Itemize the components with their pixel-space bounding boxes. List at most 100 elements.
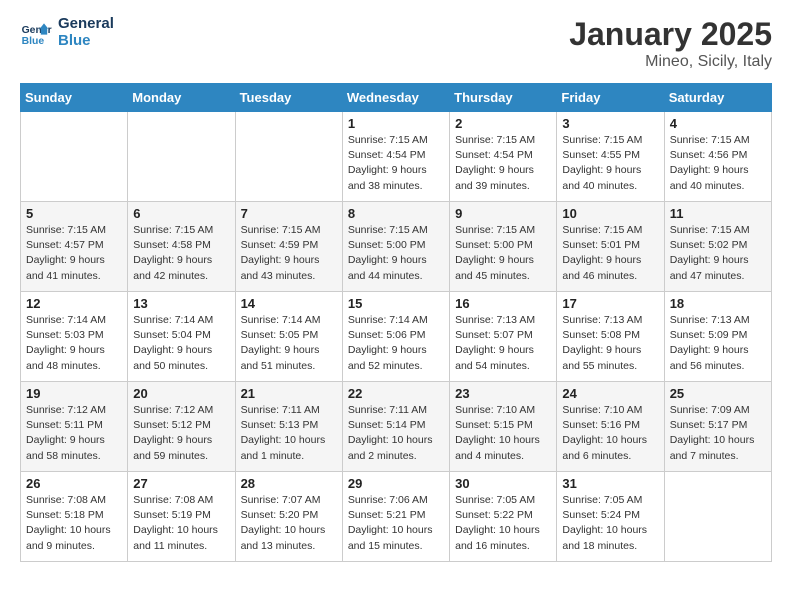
- calendar-cell: 9 Sunrise: 7:15 AM Sunset: 5:00 PM Daylig…: [450, 202, 557, 292]
- week-row-4: 26 Sunrise: 7:08 AM Sunset: 5:18 PM Dayli…: [21, 472, 772, 562]
- logo-general: General: [58, 16, 114, 33]
- calendar-cell: 15Sunrise: 7:14 AM Sunset: 5:06 PM Dayli…: [342, 292, 449, 382]
- calendar-cell: 28 Sunrise: 7:07 AM Sunset: 5:20 PM Dayli…: [235, 472, 342, 562]
- day-number: 5: [26, 206, 122, 221]
- header: General Blue General Blue January 2025 M…: [20, 16, 772, 71]
- day-number: 27: [133, 476, 229, 491]
- logo-blue: Blue: [58, 33, 114, 50]
- calendar-cell: 7 Sunrise: 7:15 AM Sunset: 4:59 PM Daylig…: [235, 202, 342, 292]
- day-info: Sunrise: 7:14 AM Sunset: 5:06 PM Dayligh…: [348, 313, 444, 374]
- day-info: Sunrise: 7:10 AM Sunset: 5:15 PM Dayligh…: [455, 403, 551, 464]
- day-info: Sunrise: 7:09 AM Sunset: 5:17 PM Dayligh…: [670, 403, 766, 464]
- day-number: 11: [670, 206, 766, 221]
- calendar-cell: 14 Sunrise: 7:14 AM Sunset: 5:05 PM Dayli…: [235, 292, 342, 382]
- day-info: Sunrise: 7:15 AM Sunset: 5:00 PM Dayligh…: [455, 223, 551, 284]
- day-number: 23: [455, 386, 551, 401]
- day-info: Sunrise: 7:14 AM Sunset: 5:03 PM Dayligh…: [26, 313, 122, 374]
- weekday-header-friday: Friday: [557, 84, 664, 112]
- location: Mineo, Sicily, Italy: [569, 53, 772, 71]
- day-info: Sunrise: 7:05 AM Sunset: 5:24 PM Dayligh…: [562, 493, 658, 554]
- day-info: Sunrise: 7:15 AM Sunset: 5:01 PM Dayligh…: [562, 223, 658, 284]
- day-info: Sunrise: 7:12 AM Sunset: 5:12 PM Dayligh…: [133, 403, 229, 464]
- logo: General Blue General Blue: [20, 16, 114, 49]
- weekday-header-monday: Monday: [128, 84, 235, 112]
- calendar-cell: [128, 112, 235, 202]
- day-info: Sunrise: 7:11 AM Sunset: 5:13 PM Dayligh…: [241, 403, 337, 464]
- calendar-cell: 23 Sunrise: 7:10 AM Sunset: 5:15 PM Dayli…: [450, 382, 557, 472]
- day-info: Sunrise: 7:15 AM Sunset: 4:54 PM Dayligh…: [348, 133, 444, 194]
- calendar-cell: 1 Sunrise: 7:15 AM Sunset: 4:54 PM Daylig…: [342, 112, 449, 202]
- calendar-cell: 6 Sunrise: 7:15 AM Sunset: 4:58 PM Daylig…: [128, 202, 235, 292]
- day-number: 19: [26, 386, 122, 401]
- day-info: Sunrise: 7:13 AM Sunset: 5:08 PM Dayligh…: [562, 313, 658, 374]
- day-info: Sunrise: 7:15 AM Sunset: 4:59 PM Dayligh…: [241, 223, 337, 284]
- calendar-cell: 13Sunrise: 7:14 AM Sunset: 5:04 PM Dayli…: [128, 292, 235, 382]
- day-number: 13: [133, 296, 229, 311]
- calendar-cell: [235, 112, 342, 202]
- day-number: 22: [348, 386, 444, 401]
- day-number: 8: [348, 206, 444, 221]
- day-info: Sunrise: 7:08 AM Sunset: 5:18 PM Dayligh…: [26, 493, 122, 554]
- day-info: Sunrise: 7:06 AM Sunset: 5:21 PM Dayligh…: [348, 493, 444, 554]
- day-number: 18: [670, 296, 766, 311]
- day-number: 29: [348, 476, 444, 491]
- calendar-cell: 3Sunrise: 7:15 AM Sunset: 4:55 PM Daylig…: [557, 112, 664, 202]
- day-info: Sunrise: 7:15 AM Sunset: 4:55 PM Dayligh…: [562, 133, 658, 194]
- svg-text:Blue: Blue: [22, 36, 45, 47]
- day-info: Sunrise: 7:12 AM Sunset: 5:11 PM Dayligh…: [26, 403, 122, 464]
- day-number: 25: [670, 386, 766, 401]
- calendar-cell: 27 Sunrise: 7:08 AM Sunset: 5:19 PM Dayli…: [128, 472, 235, 562]
- day-number: 10: [562, 206, 658, 221]
- calendar-cell: 17 Sunrise: 7:13 AM Sunset: 5:08 PM Dayli…: [557, 292, 664, 382]
- calendar-cell: 11Sunrise: 7:15 AM Sunset: 5:02 PM Dayli…: [664, 202, 771, 292]
- day-number: 31: [562, 476, 658, 491]
- calendar-cell: 4 Sunrise: 7:15 AM Sunset: 4:56 PM Daylig…: [664, 112, 771, 202]
- week-row-1: 5 Sunrise: 7:15 AM Sunset: 4:57 PM Daylig…: [21, 202, 772, 292]
- day-number: 1: [348, 116, 444, 131]
- calendar-cell: 5 Sunrise: 7:15 AM Sunset: 4:57 PM Daylig…: [21, 202, 128, 292]
- calendar-cell: 22 Sunrise: 7:11 AM Sunset: 5:14 PM Dayli…: [342, 382, 449, 472]
- day-number: 16: [455, 296, 551, 311]
- calendar-cell: 10 Sunrise: 7:15 AM Sunset: 5:01 PM Dayli…: [557, 202, 664, 292]
- day-info: Sunrise: 7:15 AM Sunset: 4:54 PM Dayligh…: [455, 133, 551, 194]
- calendar-cell: 19 Sunrise: 7:12 AM Sunset: 5:11 PM Dayli…: [21, 382, 128, 472]
- logo-icon: General Blue: [20, 17, 52, 49]
- day-number: 14: [241, 296, 337, 311]
- calendar-cell: [664, 472, 771, 562]
- day-info: Sunrise: 7:15 AM Sunset: 4:57 PM Dayligh…: [26, 223, 122, 284]
- day-number: 28: [241, 476, 337, 491]
- day-info: Sunrise: 7:13 AM Sunset: 5:07 PM Dayligh…: [455, 313, 551, 374]
- calendar-cell: 18Sunrise: 7:13 AM Sunset: 5:09 PM Dayli…: [664, 292, 771, 382]
- day-number: 2: [455, 116, 551, 131]
- week-row-3: 19 Sunrise: 7:12 AM Sunset: 5:11 PM Dayli…: [21, 382, 772, 472]
- day-number: 21: [241, 386, 337, 401]
- day-info: Sunrise: 7:15 AM Sunset: 4:56 PM Dayligh…: [670, 133, 766, 194]
- day-info: Sunrise: 7:11 AM Sunset: 5:14 PM Dayligh…: [348, 403, 444, 464]
- calendar-cell: 25 Sunrise: 7:09 AM Sunset: 5:17 PM Dayli…: [664, 382, 771, 472]
- day-info: Sunrise: 7:14 AM Sunset: 5:05 PM Dayligh…: [241, 313, 337, 374]
- calendar-cell: 21 Sunrise: 7:11 AM Sunset: 5:13 PM Dayli…: [235, 382, 342, 472]
- calendar-cell: 8 Sunrise: 7:15 AM Sunset: 5:00 PM Daylig…: [342, 202, 449, 292]
- calendar-cell: 24 Sunrise: 7:10 AM Sunset: 5:16 PM Dayli…: [557, 382, 664, 472]
- calendar-cell: 16 Sunrise: 7:13 AM Sunset: 5:07 PM Dayli…: [450, 292, 557, 382]
- day-number: 12: [26, 296, 122, 311]
- day-number: 26: [26, 476, 122, 491]
- day-info: Sunrise: 7:15 AM Sunset: 5:00 PM Dayligh…: [348, 223, 444, 284]
- day-number: 9: [455, 206, 551, 221]
- day-info: Sunrise: 7:07 AM Sunset: 5:20 PM Dayligh…: [241, 493, 337, 554]
- day-info: Sunrise: 7:10 AM Sunset: 5:16 PM Dayligh…: [562, 403, 658, 464]
- day-info: Sunrise: 7:08 AM Sunset: 5:19 PM Dayligh…: [133, 493, 229, 554]
- day-info: Sunrise: 7:15 AM Sunset: 4:58 PM Dayligh…: [133, 223, 229, 284]
- page-container: General Blue General Blue January 2025 M…: [0, 0, 792, 578]
- day-number: 6: [133, 206, 229, 221]
- day-number: 4: [670, 116, 766, 131]
- day-number: 17: [562, 296, 658, 311]
- week-row-2: 12 Sunrise: 7:14 AM Sunset: 5:03 PM Dayli…: [21, 292, 772, 382]
- calendar-cell: 26 Sunrise: 7:08 AM Sunset: 5:18 PM Dayli…: [21, 472, 128, 562]
- day-number: 24: [562, 386, 658, 401]
- weekday-header-wednesday: Wednesday: [342, 84, 449, 112]
- day-number: 30: [455, 476, 551, 491]
- day-number: 7: [241, 206, 337, 221]
- day-info: Sunrise: 7:05 AM Sunset: 5:22 PM Dayligh…: [455, 493, 551, 554]
- calendar-cell: 12 Sunrise: 7:14 AM Sunset: 5:03 PM Dayli…: [21, 292, 128, 382]
